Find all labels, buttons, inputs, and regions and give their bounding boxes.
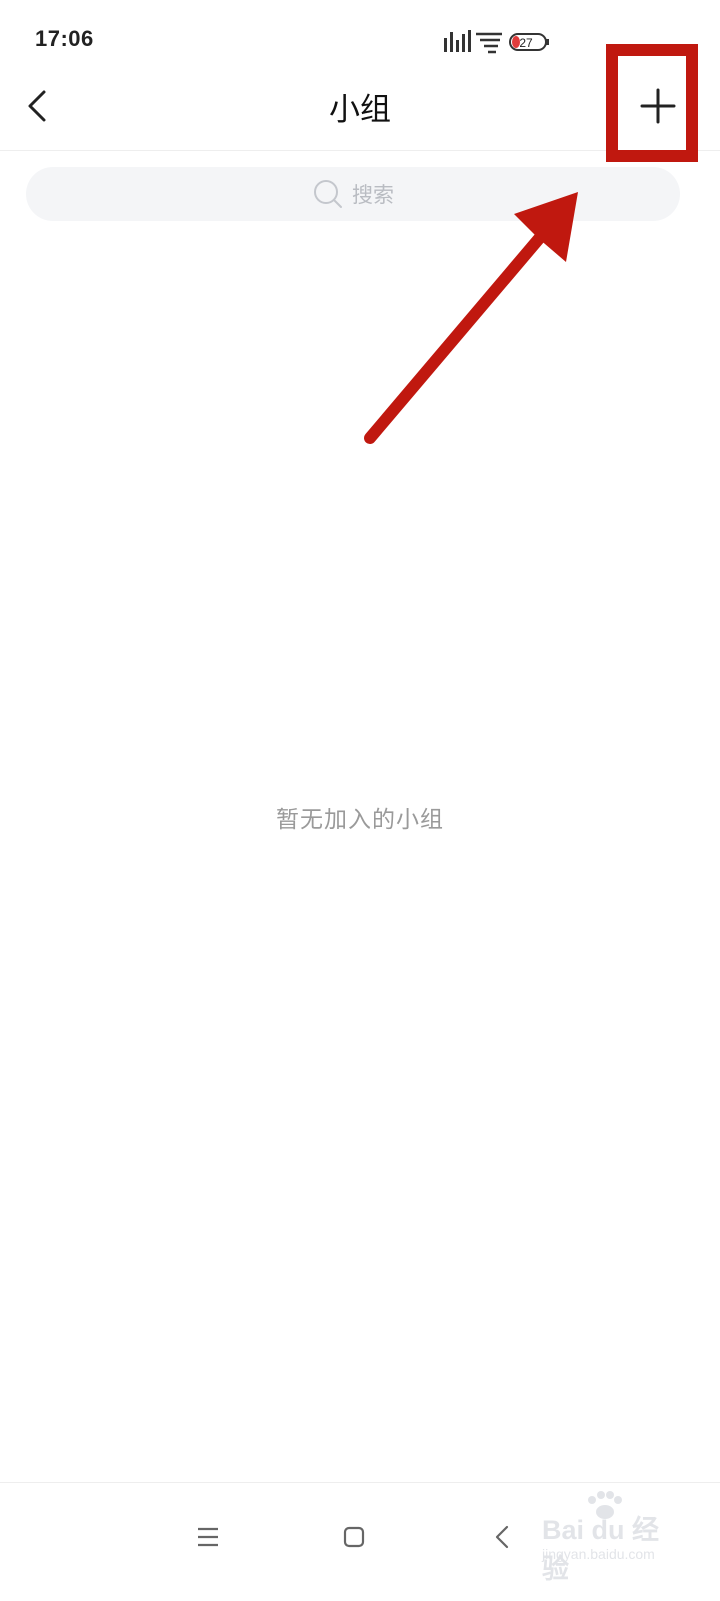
annotation-arrow [364, 192, 578, 444]
battery-icon: 27 [509, 33, 549, 51]
watermark-url: jingyan.baidu.com [542, 1546, 655, 1562]
search-bar[interactable]: 搜索 [26, 167, 680, 221]
nav-menu-button[interactable] [180, 1509, 236, 1565]
empty-state-message: 暂无加入的小组 [276, 807, 444, 833]
search-inner: 搜索 [26, 167, 680, 221]
watermark: Bai du 经验 jingyan.baidu.com [538, 1490, 678, 1586]
back-icon [495, 1525, 509, 1549]
nav-back-button[interactable] [474, 1509, 530, 1565]
status-time: 17:06 [35, 26, 94, 51]
search-placeholder: 搜索 [352, 183, 394, 207]
status-icons: 27 [444, 30, 549, 54]
signal-icon [444, 30, 471, 52]
page-title: 小组 [329, 92, 391, 128]
add-button[interactable] [630, 78, 686, 134]
home-icon [343, 1526, 365, 1548]
battery-level: 27 [519, 36, 533, 50]
menu-icon [198, 1527, 218, 1547]
search-icon [314, 180, 342, 208]
nav-home-button[interactable] [326, 1509, 382, 1565]
wifi-icon [476, 32, 502, 54]
plus-icon [640, 88, 676, 124]
header: 小组 [0, 62, 720, 151]
